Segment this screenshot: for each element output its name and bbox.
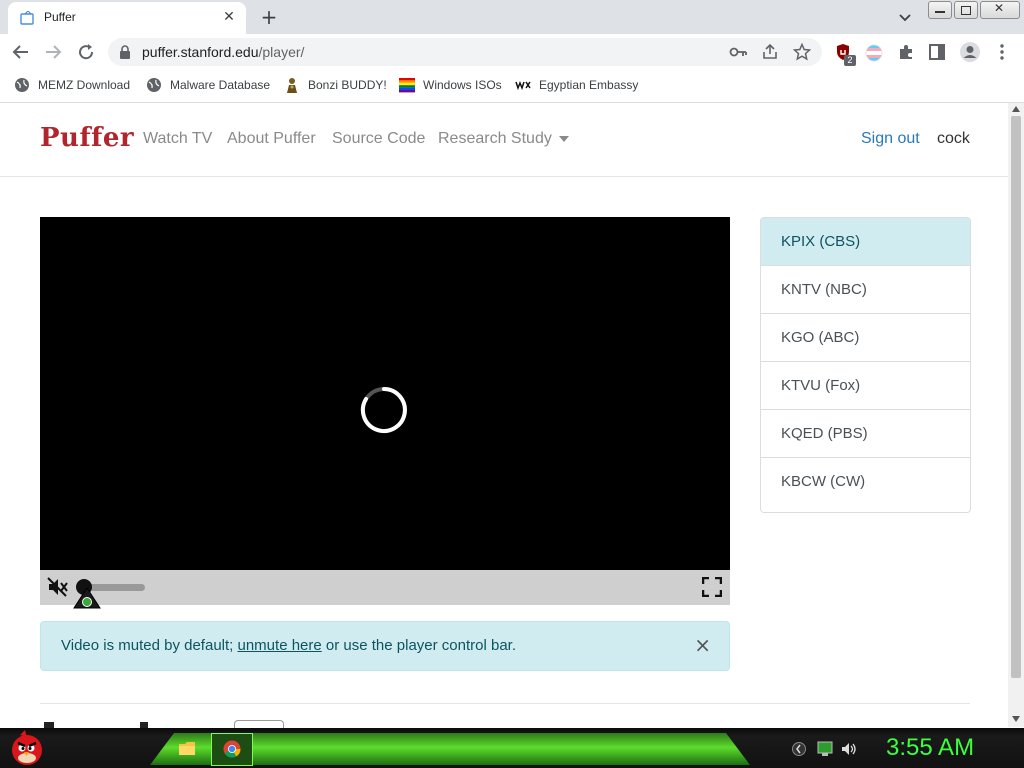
forward-arrow-icon[interactable] [44, 44, 62, 60]
unmute-link[interactable]: unmute here [238, 637, 322, 654]
close-window-button[interactable]: ✕ [980, 1, 1020, 19]
speaker-volume-icon[interactable] [841, 741, 857, 757]
nav-source-code[interactable]: Source Code [332, 130, 425, 148]
angry-bird-start-icon[interactable] [8, 728, 46, 768]
wix-logo-icon [515, 80, 531, 91]
bookmark-label: Bonzi BUDDY! [308, 78, 387, 92]
lock-icon[interactable] [119, 45, 131, 59]
share-icon[interactable] [761, 44, 779, 60]
muted-alert: Video is muted by default; unmute here o… [40, 621, 730, 671]
browser-tab[interactable]: Puffer ✕ [8, 2, 246, 34]
back-arrow-icon[interactable] [12, 44, 30, 60]
trans-flag-extension-icon[interactable] [865, 44, 883, 62]
key-icon[interactable] [729, 45, 747, 59]
bookmark-label: Egyptian Embassy [539, 78, 639, 92]
channel-item[interactable]: KGO (ABC) [761, 314, 970, 362]
scroll-down-arrow-icon[interactable] [1012, 716, 1020, 722]
chrome-menu-icon[interactable] [999, 44, 1005, 60]
channel-item[interactable]: KPIX (CBS) [761, 218, 970, 266]
alert-close-button[interactable]: × [694, 635, 711, 655]
alert-message: Video is muted by default; unmute here o… [61, 637, 516, 654]
alert-text-prefix: Video is muted by default; [61, 637, 238, 654]
sign-out-link[interactable]: Sign out [861, 130, 920, 148]
reload-icon[interactable] [77, 43, 95, 61]
nav-about-puffer[interactable]: About Puffer [227, 130, 316, 148]
nav-research-study[interactable]: Research Study [438, 130, 570, 148]
tab-close-icon[interactable]: ✕ [220, 8, 238, 26]
bookmark-label: Malware Database [170, 78, 271, 92]
globe-icon [147, 78, 161, 92]
bookmark-egyptian-embassy[interactable]: Egyptian Embassy [515, 76, 638, 94]
puffer-brand-logo[interactable]: Puffer [40, 123, 134, 153]
restore-button[interactable] [954, 1, 978, 19]
network-icon[interactable] [817, 741, 833, 757]
extensions-puzzle-icon[interactable] [897, 43, 915, 61]
channel-list: KPIX (CBS) KNTV (NBC) KGO (ABC) KTVU (Fo… [760, 217, 971, 513]
channel-item[interactable]: KNTV (NBC) [761, 266, 970, 314]
caret-down-icon [559, 135, 570, 142]
scroll-up-arrow-icon[interactable] [1012, 106, 1020, 112]
channel-item[interactable]: KQED (PBS) [761, 410, 970, 458]
fullscreen-icon[interactable] [702, 577, 722, 597]
channel-item[interactable]: KBCW (CW) [761, 458, 970, 506]
scrollbar-thumb[interactable] [1011, 116, 1021, 678]
url-path: /player/ [258, 44, 305, 60]
chrome-taskbar-button[interactable] [211, 733, 253, 766]
tray-app-icon[interactable] [792, 742, 806, 756]
url-host: puffer.stanford.edu [142, 44, 259, 60]
bookmark-malware-database[interactable]: Malware Database [146, 76, 270, 94]
file-explorer-icon[interactable] [178, 739, 196, 757]
footer-divider [40, 703, 970, 704]
bookmark-label: Windows ISOs [423, 78, 502, 92]
nav-watch-tv[interactable]: Watch TV [143, 130, 212, 148]
bookmark-label: MEMZ Download [38, 78, 131, 92]
chrome-icon [223, 740, 241, 758]
puffer-tv-icon [20, 11, 34, 25]
mouse-cursor-icon [73, 588, 101, 609]
taskbar-clock[interactable]: 3:55 AM [886, 734, 974, 762]
nav-research-study-label: Research Study [438, 130, 552, 147]
bookmark-memz-download[interactable]: MEMZ Download [14, 76, 130, 94]
muted-speaker-icon[interactable] [47, 577, 69, 597]
channel-item[interactable]: KTVU (Fox) [761, 362, 970, 410]
bookmark-star-icon[interactable] [793, 43, 811, 61]
loading-spinner-icon [360, 387, 407, 433]
side-panel-icon[interactable] [929, 44, 945, 60]
username: cock [937, 130, 970, 147]
profile-avatar-icon[interactable] [959, 41, 981, 63]
url-text[interactable]: puffer.stanford.edu/player/ [142, 44, 304, 60]
tab-title: Puffer [44, 10, 76, 24]
globe-icon [15, 78, 29, 92]
extension-badge: 2 [844, 55, 856, 66]
bookmark-windows-isos[interactable]: Windows ISOs [399, 76, 502, 94]
alert-text-suffix: or use the player control bar. [321, 637, 517, 654]
new-tab-button[interactable]: + [258, 7, 280, 27]
bonzi-gorilla-icon [287, 78, 297, 93]
rainbow-flag-icon [399, 78, 415, 93]
minimize-button[interactable] [928, 1, 952, 19]
bookmark-bonzi-buddy[interactable]: Bonzi BUDDY! [284, 76, 387, 94]
tab-search-chevron-icon[interactable] [896, 8, 914, 26]
